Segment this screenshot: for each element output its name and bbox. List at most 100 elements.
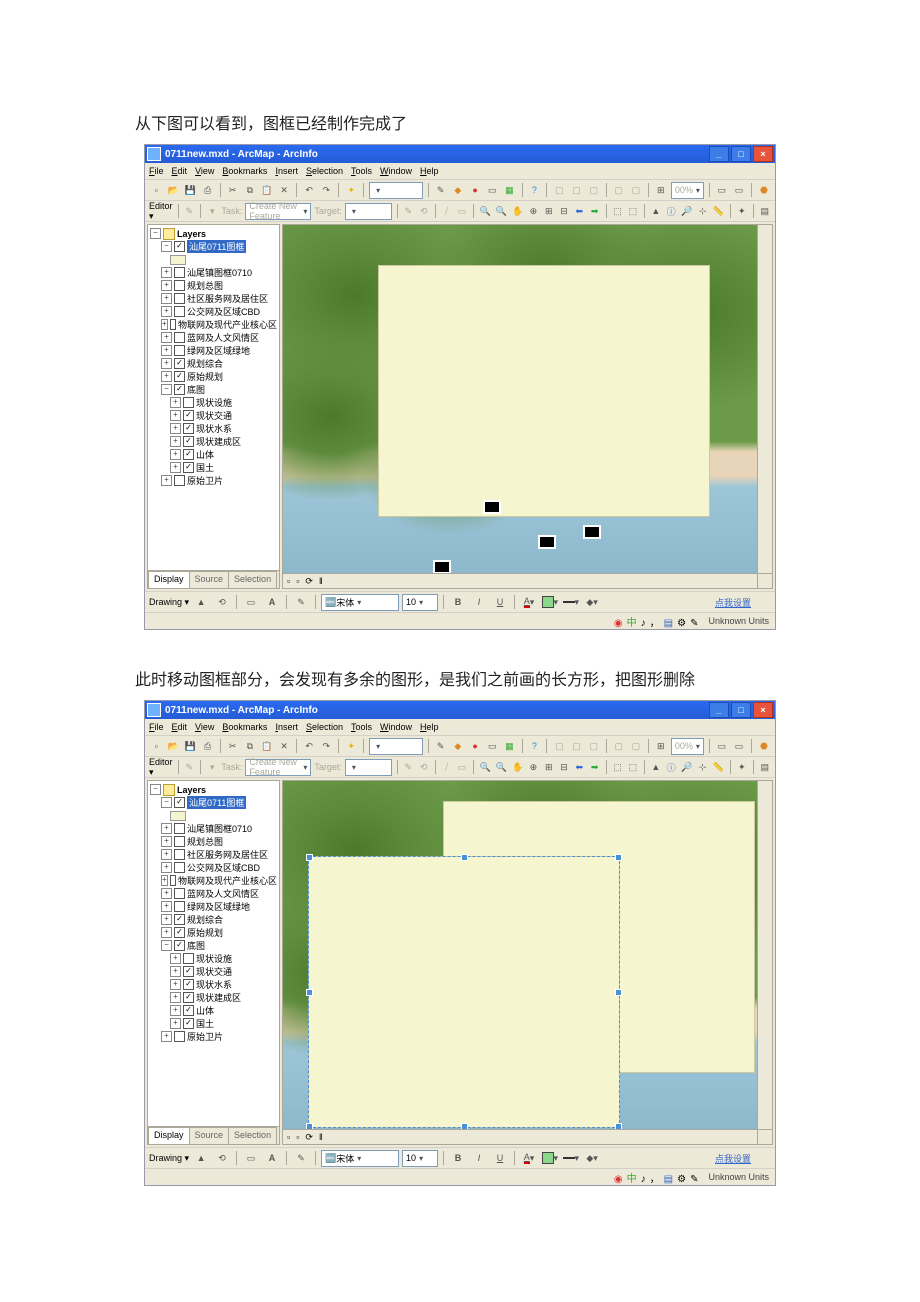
help-icon[interactable]: ? bbox=[527, 737, 541, 755]
new-icon[interactable]: ▫ bbox=[149, 737, 163, 755]
layout-view-icon[interactable]: ▫ bbox=[296, 576, 299, 586]
menu-file[interactable]: File bbox=[149, 722, 164, 732]
italic-icon[interactable]: I bbox=[470, 1149, 488, 1167]
model-icon[interactable]: ▦ bbox=[502, 737, 516, 755]
map-view[interactable]: ▫ ▫ ⟳ ‖ bbox=[282, 780, 773, 1145]
goto-xy-icon[interactable]: ⊹ bbox=[696, 202, 708, 220]
menu-tools[interactable]: Tools bbox=[351, 166, 372, 176]
toc-sublayer[interactable]: +✓山体 bbox=[150, 448, 277, 461]
print-icon[interactable]: ⎙ bbox=[201, 181, 215, 199]
data-view-icon[interactable]: ▫ bbox=[287, 576, 290, 586]
paste-icon[interactable]: 📋 bbox=[260, 737, 274, 755]
menu-insert[interactable]: Insert bbox=[275, 722, 298, 732]
goto-xy-icon[interactable]: ⊹ bbox=[696, 758, 708, 776]
toc-layer[interactable]: +原始卫片 bbox=[150, 1030, 277, 1043]
find-icon[interactable]: 🔎 bbox=[680, 202, 693, 220]
menu-tools[interactable]: Tools bbox=[351, 722, 372, 732]
georef-combo[interactable]: 00%▾ bbox=[671, 738, 704, 755]
pan-icon[interactable]: ✋ bbox=[511, 758, 524, 776]
command-icon[interactable]: ▭ bbox=[485, 737, 499, 755]
toolbox-icon[interactable]: ● bbox=[468, 737, 482, 755]
layout-view-icon[interactable]: ▫ bbox=[296, 1132, 299, 1142]
toc-layer[interactable]: +公交网及区域CBD bbox=[150, 861, 277, 874]
font-combo[interactable]: 🔤 宋体▾ bbox=[321, 594, 399, 611]
full-extent-icon[interactable]: ⊕ bbox=[527, 202, 539, 220]
toc-active-layer[interactable]: −✓汕尾0711图框 bbox=[150, 240, 277, 253]
add-data-icon[interactable]: ✦ bbox=[344, 737, 358, 755]
paste-icon[interactable]: 📋 bbox=[260, 181, 274, 199]
toc-sublayer[interactable]: +✓现状水系 bbox=[150, 422, 277, 435]
menu-file[interactable]: File bbox=[149, 166, 164, 176]
toc-tab-selection[interactable]: Selection bbox=[228, 571, 277, 588]
redo-icon[interactable]: ↷ bbox=[319, 181, 333, 199]
model-icon[interactable]: ▦ bbox=[502, 181, 516, 199]
fixed-zoom-in-icon[interactable]: ⊞ bbox=[543, 758, 555, 776]
scrollbar-vertical[interactable] bbox=[757, 225, 772, 574]
select-elements-icon[interactable]: ▲ bbox=[192, 1149, 210, 1167]
tool-icon-2[interactable]: ▭ bbox=[732, 737, 746, 755]
toc-layer[interactable]: +规划总图 bbox=[150, 835, 277, 848]
map-view[interactable]: ▫ ▫ ⟳ ‖ bbox=[282, 224, 773, 589]
toc-tab-selection[interactable]: Selection bbox=[228, 1127, 277, 1144]
underline-icon[interactable]: U bbox=[491, 1149, 509, 1167]
new-icon[interactable]: ▫ bbox=[149, 181, 163, 199]
pan-icon[interactable]: ✋ bbox=[511, 202, 524, 220]
html-icon[interactable]: ▤ bbox=[759, 202, 771, 220]
bold-icon[interactable]: B bbox=[449, 593, 467, 611]
identify-icon[interactable]: ⓘ bbox=[665, 758, 677, 776]
toc-tab-source[interactable]: Source bbox=[189, 571, 230, 588]
toc-tab-display[interactable]: Display bbox=[148, 571, 190, 588]
toc-sublayer[interactable]: +✓现状建成区 bbox=[150, 991, 277, 1004]
toc-layer[interactable]: +物联网及现代产业核心区 bbox=[150, 318, 277, 331]
pointer-icon[interactable]: ▲ bbox=[650, 758, 662, 776]
bold-icon[interactable]: B bbox=[449, 1149, 467, 1167]
minimize-button[interactable]: _ bbox=[709, 146, 729, 162]
identify-icon[interactable]: ⓘ bbox=[665, 202, 677, 220]
hyperlink-icon[interactable]: ✦ bbox=[736, 758, 748, 776]
toc-tab-source[interactable]: Source bbox=[189, 1127, 230, 1144]
save-icon[interactable]: 💾 bbox=[183, 181, 197, 199]
command-icon[interactable]: ▭ bbox=[485, 181, 499, 199]
menu-view[interactable]: View bbox=[195, 166, 214, 176]
fill-color-icon[interactable]: ▾ bbox=[541, 1149, 559, 1167]
catalog-icon[interactable]: ◆ bbox=[451, 737, 465, 755]
add-data-icon[interactable]: ✦ bbox=[344, 181, 358, 199]
menu-bookmarks[interactable]: Bookmarks bbox=[222, 722, 267, 732]
close-button[interactable]: × bbox=[753, 702, 773, 718]
zoom-in-icon[interactable]: 🔍 bbox=[479, 758, 492, 776]
editor-dropdown[interactable]: Editor ▾ bbox=[149, 757, 173, 778]
toc-layer[interactable]: +汕尾镇图框0710 bbox=[150, 822, 277, 835]
toc-layer[interactable]: +蓝网及人文风情区 bbox=[150, 887, 277, 900]
toc-sublayer[interactable]: +现状设施 bbox=[150, 952, 277, 965]
open-icon[interactable]: 📂 bbox=[166, 737, 180, 755]
drawing-dropdown[interactable]: Drawing ▾ bbox=[149, 1153, 189, 1164]
text-icon[interactable]: A bbox=[263, 593, 281, 611]
editor-dropdown[interactable]: Editor ▾ bbox=[149, 201, 173, 222]
toc-sublayer[interactable]: +✓现状交通 bbox=[150, 409, 277, 422]
toc-root[interactable]: −Layers bbox=[150, 783, 277, 796]
undo-icon[interactable]: ↶ bbox=[302, 737, 316, 755]
close-button[interactable]: × bbox=[753, 146, 773, 162]
delete-icon[interactable]: ✕ bbox=[277, 737, 291, 755]
pause-icon[interactable]: ‖ bbox=[319, 576, 323, 586]
toc-sublayer[interactable]: +✓现状交通 bbox=[150, 965, 277, 978]
toc-root[interactable]: −Layers bbox=[150, 227, 277, 240]
rotate-icon[interactable]: ⟲ bbox=[213, 593, 231, 611]
italic-icon[interactable]: I bbox=[470, 593, 488, 611]
tool-icon[interactable]: ▭ bbox=[715, 181, 729, 199]
menu-window[interactable]: Window bbox=[380, 722, 412, 732]
fixed-zoom-out-icon[interactable]: ⊟ bbox=[558, 758, 570, 776]
marker-color-icon[interactable]: ◆▾ bbox=[583, 593, 601, 611]
copy-icon[interactable]: ⧉ bbox=[243, 737, 257, 755]
toc-sublayer[interactable]: +✓山体 bbox=[150, 1004, 277, 1017]
line-color-icon[interactable]: ▾ bbox=[562, 1149, 580, 1167]
toc-layer[interactable]: +物联网及现代产业核心区 bbox=[150, 874, 277, 887]
selection-handles[interactable] bbox=[308, 856, 620, 1128]
minimize-button[interactable]: _ bbox=[709, 702, 729, 718]
copy-icon[interactable]: ⧉ bbox=[243, 181, 257, 199]
html-icon[interactable]: ▤ bbox=[759, 758, 771, 776]
font-color-icon[interactable]: A▾ bbox=[520, 593, 538, 611]
menu-selection[interactable]: Selection bbox=[306, 722, 343, 732]
toc-layer[interactable]: +✓原始规划 bbox=[150, 370, 277, 383]
find-icon[interactable]: 🔎 bbox=[680, 758, 693, 776]
